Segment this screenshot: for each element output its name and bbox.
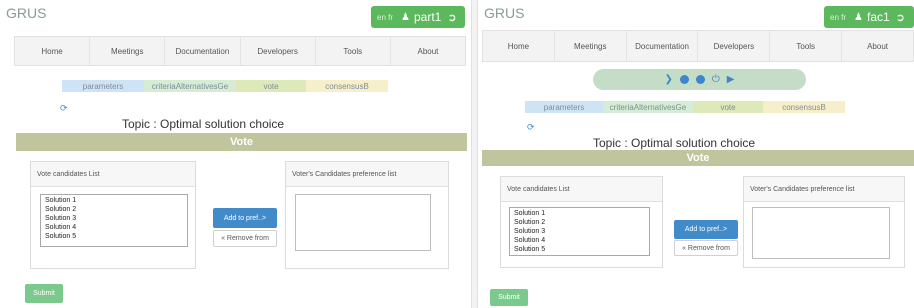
candidates-panel: Vote candidates List Solution 1 Solution…	[30, 161, 196, 269]
tab-consensus[interactable]: consensusB	[763, 101, 845, 113]
topic-title: Topic : Optimal solution choice	[122, 117, 285, 131]
username[interactable]: fac1	[867, 10, 890, 24]
participant-window: GRUS en fr ♟ part1 ➲ Home Meetings Docum…	[0, 0, 471, 308]
stop-icon[interactable]	[679, 75, 689, 84]
candidate-option[interactable]: Solution 5	[45, 232, 183, 241]
candidates-header: Vote candidates List	[31, 162, 195, 187]
preference-panel: Voter's Candidates preference list	[743, 176, 905, 268]
candidate-option[interactable]: Solution 3	[45, 214, 183, 223]
logout-icon[interactable]: ➲	[447, 11, 456, 24]
preference-header: Voter's Candidates preference list	[744, 177, 904, 202]
vote-section-header: Vote	[16, 133, 467, 151]
next-step-icon[interactable]: ❯	[664, 74, 672, 85]
logout-icon[interactable]: ➲	[896, 11, 905, 24]
nav-developers[interactable]: Developers	[698, 31, 771, 61]
nav-documentation[interactable]: Documentation	[627, 31, 699, 61]
user-icon: ♟	[854, 11, 863, 23]
nav-meetings[interactable]: Meetings	[555, 31, 627, 61]
nav-tools[interactable]: Tools	[316, 37, 391, 65]
candidates-list[interactable]: Solution 1 Solution 2 Solution 3 Solutio…	[509, 207, 650, 256]
candidate-option[interactable]: Solution 5	[514, 245, 645, 254]
power-icon[interactable]: ⏻	[712, 74, 720, 85]
preference-list[interactable]	[295, 194, 431, 251]
candidate-option[interactable]: Solution 1	[45, 196, 183, 205]
facilitator-window: GRUS en fr ♟ fac1 ➲ Home Meetings Docume…	[478, 0, 914, 308]
nav-bar: Home Meetings Documentation Developers T…	[14, 36, 466, 66]
tab-vote[interactable]: vote	[693, 101, 763, 113]
candidates-header: Vote candidates List	[501, 177, 662, 202]
candidates-list[interactable]: Solution 1 Solution 2 Solution 3 Solutio…	[40, 194, 188, 247]
preference-list[interactable]	[752, 207, 890, 259]
tab-parameters[interactable]: parameters	[62, 80, 144, 92]
add-to-preference-button[interactable]: Add to pref..>	[213, 208, 277, 228]
step-tabs: parameters criteriaAlternativesGe vote c…	[525, 101, 845, 113]
submit-button[interactable]: Submit	[490, 289, 528, 306]
user-badge: en fr ♟ part1 ➲	[371, 6, 465, 28]
tab-vote[interactable]: vote	[236, 80, 306, 92]
brand-logo[interactable]: GRUS	[484, 5, 524, 21]
brand-logo[interactable]: GRUS	[6, 5, 46, 21]
add-to-preference-button[interactable]: Add to pref..>	[674, 220, 738, 239]
step-tabs: parameters criteriaAlternativesGe vote c…	[62, 80, 388, 92]
topbar: GRUS en fr ♟ fac1 ➲	[478, 0, 914, 32]
language-switch[interactable]: en fr	[830, 13, 846, 22]
topic-title: Topic : Optimal solution choice	[593, 136, 756, 150]
nav-meetings[interactable]: Meetings	[90, 37, 166, 65]
play-icon[interactable]: ▶	[727, 74, 735, 85]
language-switch[interactable]: en fr	[377, 13, 393, 22]
user-icon: ♟	[401, 11, 410, 23]
candidate-option[interactable]: Solution 4	[514, 236, 645, 245]
candidate-option[interactable]: Solution 1	[514, 209, 645, 218]
remove-from-preference-button[interactable]: « Remove from	[674, 240, 738, 256]
candidate-option[interactable]: Solution 3	[514, 227, 645, 236]
nav-documentation[interactable]: Documentation	[165, 37, 241, 65]
preference-header: Voter's Candidates preference list	[286, 162, 448, 187]
vote-section-header: Vote	[482, 150, 914, 166]
settings-icon[interactable]	[695, 75, 705, 84]
window-divider	[471, 0, 478, 308]
tab-parameters[interactable]: parameters	[525, 101, 603, 113]
nav-developers[interactable]: Developers	[241, 37, 316, 65]
candidate-option[interactable]: Solution 2	[45, 205, 183, 214]
nav-about[interactable]: About	[391, 37, 465, 65]
tab-criteria-alternatives[interactable]: criteriaAlternativesGe	[144, 80, 236, 92]
username[interactable]: part1	[414, 10, 441, 24]
remove-from-preference-button[interactable]: « Remove from	[213, 230, 277, 247]
meeting-control-bar: ❯ ⏻ ▶	[593, 69, 806, 90]
nav-tools[interactable]: Tools	[770, 31, 843, 61]
nav-home[interactable]: Home	[15, 37, 91, 65]
user-badge: en fr ♟ fac1 ➲	[824, 6, 914, 28]
nav-home[interactable]: Home	[483, 31, 555, 61]
submit-button[interactable]: Submit	[25, 284, 63, 303]
refresh-icon[interactable]: ⟳	[527, 122, 535, 133]
tab-criteria-alternatives[interactable]: criteriaAlternativesGe	[603, 101, 693, 113]
candidates-panel: Vote candidates List Solution 1 Solution…	[500, 176, 663, 268]
candidate-option[interactable]: Solution 4	[45, 223, 183, 232]
tab-consensus[interactable]: consensusB	[306, 80, 388, 92]
preference-panel: Voter's Candidates preference list	[285, 161, 449, 269]
candidate-option[interactable]: Solution 2	[514, 218, 645, 227]
refresh-icon[interactable]: ⟳	[60, 103, 68, 114]
topbar: GRUS en fr ♟ part1 ➲	[0, 0, 471, 32]
nav-bar: Home Meetings Documentation Developers T…	[482, 30, 914, 62]
nav-about[interactable]: About	[842, 31, 913, 61]
